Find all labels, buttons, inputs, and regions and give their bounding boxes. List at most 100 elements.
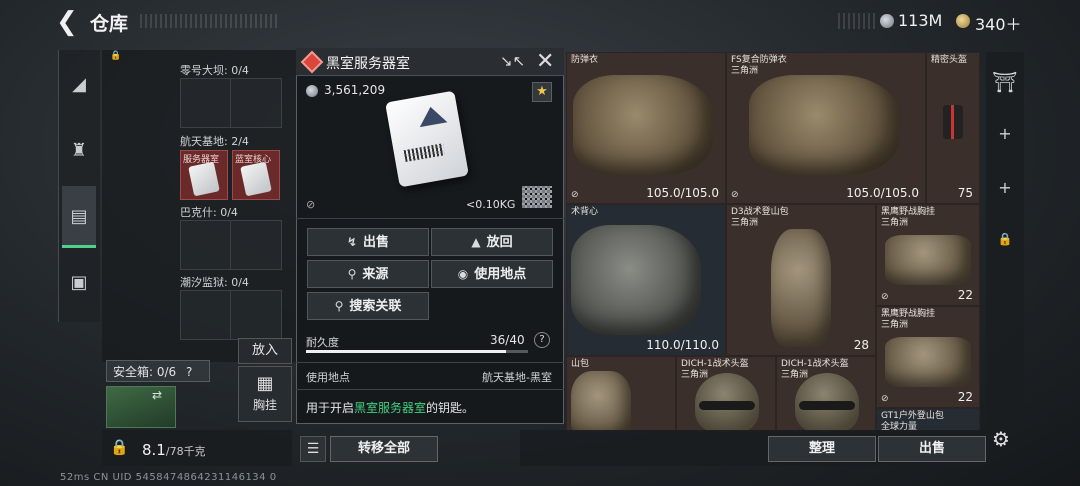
search-related-button[interactable]: ⚲ 搜索关联 (307, 292, 429, 320)
gun-icon[interactable]: ◢ (64, 70, 94, 100)
item-price: 3,561,209 (324, 83, 386, 97)
no-trade-flag-icon: ⊘ (731, 190, 739, 200)
list-view-button[interactable]: ☰ (300, 436, 326, 462)
item-sub-line: 三角洲 (881, 218, 909, 228)
grid-item-blackhawk-rig[interactable]: 黑鹰野战胸挂 三角洲 ⊘ 22 (876, 306, 980, 408)
key-slot-row-3[interactable] (180, 290, 282, 340)
safe-box-label[interactable]: 安全箱: 0/6 ? (106, 360, 210, 382)
source-button[interactable]: ⚲ 来源 (307, 260, 429, 288)
goggle-strap (799, 401, 855, 410)
item-sub-line: 三角洲 (731, 66, 759, 76)
item-count: 22 (957, 288, 973, 302)
status-line: 52ms CN UID 5458474864231146134 0 (60, 472, 277, 483)
currency-stripe-decoration (838, 13, 878, 29)
location-pin-icon: ◉ (457, 267, 469, 281)
help-icon[interactable]: ? (186, 365, 192, 379)
currency-gold-amount[interactable]: 340＋ (975, 11, 1022, 35)
keycard-barcode (403, 143, 446, 163)
transfer-all-button[interactable]: 转移全部 (330, 436, 438, 462)
grid-item-blackhawk-rig[interactable]: 黑鹰野战胸挂 三角洲 ⊘ 22 (876, 204, 980, 306)
back-arrow-icon[interactable]: ❮ (56, 8, 82, 36)
helmet-icon[interactable]: ♜ (64, 136, 94, 166)
no-trade-flag-icon: ⊘ (881, 394, 889, 404)
use-location-label: 使用地点 (306, 371, 350, 384)
grid-item-dich1-helmet[interactable]: DICH-1战术头盔 三角洲 (676, 356, 776, 432)
grid-item-precision-helmet[interactable]: 精密头盔 75 (926, 52, 980, 204)
vest-image (571, 225, 701, 335)
gear-icon[interactable]: ⚙ (992, 427, 1010, 451)
help-icon[interactable]: ? (534, 332, 550, 348)
rig-image (885, 337, 971, 387)
padlock-icon: 🔒 (110, 438, 129, 456)
grid-item-fs-composite-armor[interactable]: FS复合防弹衣 三角洲 ⊘ 105.0/105.0 (726, 52, 926, 204)
put-in-button[interactable]: 放入 (238, 338, 292, 364)
grid-item-tactical-vest[interactable]: 术背心 110.0/110.0 (566, 204, 726, 356)
close-icon[interactable]: ✕ (536, 49, 554, 74)
item-sub-line: 三角洲 (731, 218, 759, 228)
durability-bar-fill (306, 350, 506, 353)
backpack-image (771, 229, 831, 347)
organize-button[interactable]: 整理 (768, 436, 876, 462)
item-name: D3战术登山包 三角洲 (731, 207, 789, 229)
gold-coin-icon (956, 14, 970, 28)
safe-box-item[interactable] (106, 386, 176, 428)
sell-button[interactable]: ↯ 出售 (307, 228, 429, 256)
stash-tab-icon[interactable]: ⛩ (990, 70, 1020, 94)
source-button-label: 来源 (362, 267, 389, 282)
key-slot-row-2[interactable] (180, 220, 282, 270)
carry-weight: 8.1/78千克 (142, 441, 206, 459)
key-card-server-room[interactable]: 服务器室 (180, 150, 228, 200)
grid-item-gt1-backpack[interactable]: GT1户外登山包 全球力量 (876, 408, 980, 432)
item-name-line: DICH-1战术头盔 (781, 359, 849, 369)
key-slot-row-0[interactable] (180, 78, 282, 128)
item-sub-line: 三角洲 (881, 320, 909, 330)
item-size-grid-icon (522, 186, 552, 208)
briefcase-icon[interactable]: ▣ (64, 268, 94, 298)
sell-button-label: 出售 (363, 235, 390, 250)
item-name: FS复合防弹衣 三角洲 (731, 55, 787, 77)
item-name: 术背心 (571, 207, 599, 217)
key-card-blue-core[interactable]: 蓝室核心 (232, 150, 280, 200)
durability-bar (306, 350, 528, 353)
favorite-star-icon[interactable]: ★ (532, 82, 552, 102)
chest-rig-icon: ▦ (256, 373, 274, 394)
item-count: 22 (957, 390, 973, 404)
container-label-1: 航天基地: 2/4 (180, 135, 249, 148)
container-label-3: 潮汐监狱: 0/4 (180, 276, 249, 289)
item-count: 75 (957, 186, 973, 200)
grid-item-dich1-helmet[interactable]: DICH-1战术头盔 三角洲 (776, 356, 876, 432)
use-location-button[interactable]: ◉ 使用地点 (431, 260, 553, 288)
item-name: 黑鹰野战胸挂 三角洲 (881, 309, 935, 331)
desc-highlight: 黑室服务器室 (354, 401, 427, 415)
sell-all-button[interactable]: 出售 (878, 436, 986, 462)
chest-rig-slot[interactable]: ▦ 胸挂 (238, 366, 292, 422)
item-sub-line: 三角洲 (781, 370, 809, 380)
item-durability: 110.0/110.0 (646, 338, 719, 352)
item-weight: <0.10KG (466, 198, 516, 211)
search-related-button-label: 搜索关联 (349, 299, 402, 314)
grid-item-d3-backpack[interactable]: D3战术登山包 三角洲 28 (726, 204, 876, 356)
helmet-visor-image (943, 105, 963, 139)
grid-item-backpack[interactable]: 山包 (566, 356, 676, 432)
item-name-line: 黑鹰野战胸挂 (881, 207, 936, 217)
swap-icon[interactable]: ⇄ (152, 388, 162, 402)
item-count: 28 (853, 338, 869, 352)
carry-weight-max: /78千克 (165, 445, 206, 458)
item-image-keycard (385, 90, 469, 188)
backpack-icon[interactable]: ▤ (64, 202, 94, 232)
add-tab-icon[interactable]: + (990, 124, 1020, 148)
grid-item-body-armor[interactable]: 防弹衣 ⊘ 105.0/105.0 (566, 52, 726, 204)
vest-image (573, 75, 713, 175)
put-back-button[interactable]: ▲ 放回 (431, 228, 553, 256)
item-name: 黑鹰野战胸挂 三角洲 (881, 207, 935, 229)
item-name: 防弹衣 (571, 55, 599, 65)
sell-icon: ↯ (346, 235, 358, 249)
item-durability: 105.0/105.0 (646, 186, 719, 200)
silver-coin-icon (880, 14, 894, 28)
collapse-icon[interactable]: ↘↖ (500, 52, 525, 70)
item-name: 精密头盔 (931, 55, 968, 65)
add-tab-icon[interactable]: + (990, 178, 1020, 202)
rig-image (885, 235, 971, 285)
key-card-icon (188, 161, 220, 197)
item-name-line: D3战术登山包 (731, 207, 789, 217)
